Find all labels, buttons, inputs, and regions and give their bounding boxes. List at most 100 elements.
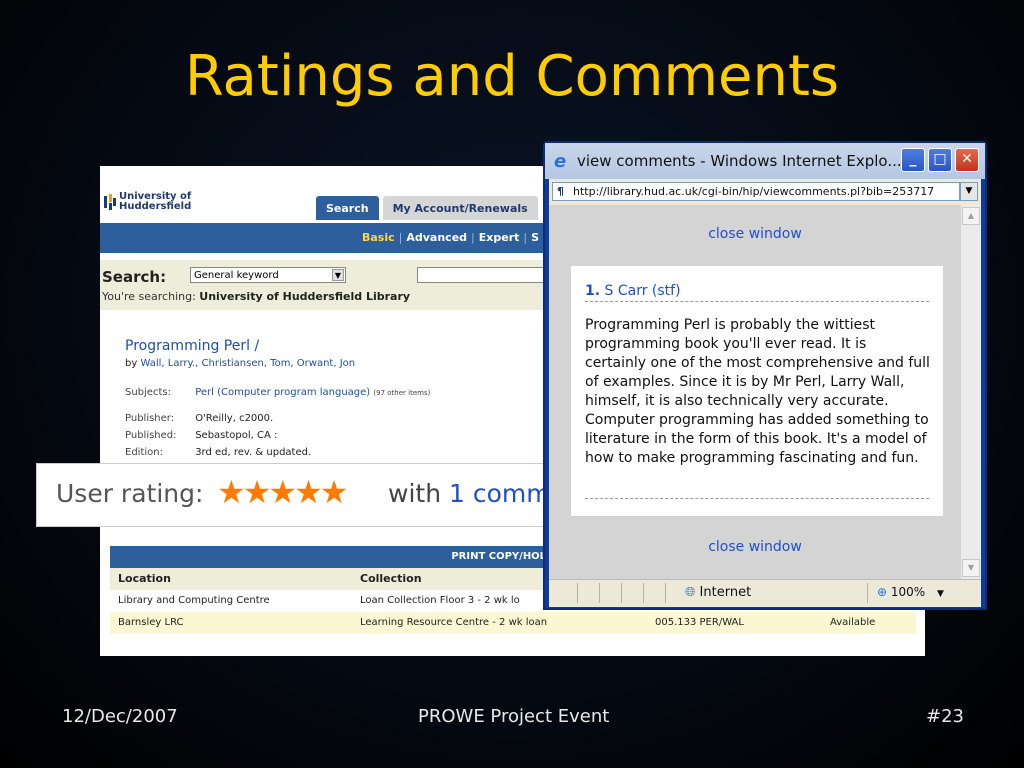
- comment-count[interactable]: 1: [449, 479, 465, 508]
- scroll-up-icon[interactable]: ▲: [962, 207, 980, 225]
- comment-text: Programming Perl is probably the witties…: [585, 317, 930, 466]
- comment-header: 1. S Carr (stf): [585, 283, 681, 299]
- user-rating-callout: User rating: ★★★★★ with 1 comm: [36, 463, 558, 527]
- zoom-icon: ⊕: [877, 585, 888, 599]
- author-links[interactable]: Wall, Larry., Christiansen, Tom, Orwant,…: [140, 358, 355, 369]
- divider: [621, 583, 622, 603]
- tab-my-account[interactable]: My Account/Renewals: [382, 196, 538, 220]
- search-input[interactable]: [417, 267, 547, 283]
- cell-call-number: 005.133 PER/WAL: [655, 617, 744, 628]
- published-value: Sebastopol, CA :: [195, 430, 278, 441]
- record-authors: by Wall, Larry., Christiansen, Tom, Orwa…: [125, 358, 355, 369]
- searching-scope: You're searching: University of Huddersf…: [102, 290, 410, 303]
- divider: [577, 583, 578, 603]
- col-location: Location: [118, 572, 171, 585]
- chevron-down-icon: ▼: [332, 269, 344, 281]
- edition-key: Edition:: [125, 447, 163, 458]
- cell-status: Available: [830, 617, 876, 628]
- window-content: close window 1. S Carr (stf) Programming…: [549, 205, 961, 579]
- chevron-down-icon[interactable]: ▼: [960, 182, 978, 201]
- divider: [867, 583, 868, 603]
- comment-card: 1. S Carr (stf) Programming Perl is prob…: [571, 266, 943, 516]
- view-comments-window: e view comments - Windows Internet Explo…: [543, 141, 987, 610]
- close-window-link-bottom[interactable]: close window: [549, 539, 961, 555]
- logo-line-2: Huddersfield: [119, 201, 192, 212]
- rating-label: User rating:: [56, 479, 204, 508]
- footer-page-number: #23: [926, 706, 964, 727]
- edition-value: 3rd ed, rev. & updated.: [195, 447, 312, 458]
- field-published: Published: Sebastopol, CA :: [125, 430, 277, 441]
- star-icon: ★: [217, 473, 246, 511]
- field-subjects: Subjects: Perl (Computer program languag…: [125, 387, 430, 398]
- searching-target: University of Huddersfield Library: [199, 290, 411, 303]
- scroll-down-icon[interactable]: ▼: [962, 559, 980, 577]
- search-type-value: General keyword: [194, 270, 279, 281]
- nav-expert[interactable]: Expert: [479, 231, 520, 244]
- zoom-control[interactable]: ⊕ 100% ▼: [877, 585, 944, 599]
- record-header: Programming Perl / by Wall, Larry., Chri…: [125, 338, 355, 369]
- star-icon: ★: [294, 473, 323, 511]
- cell-collection: Learning Resource Centre - 2 wk loan: [360, 617, 548, 628]
- publisher-key: Publisher:: [125, 413, 175, 424]
- comment-number: 1.: [585, 283, 601, 299]
- nav-more[interactable]: S: [531, 231, 539, 244]
- by-prefix: by: [125, 358, 138, 369]
- footer-date: 12/Dec/2007: [62, 706, 178, 727]
- record-title[interactable]: Programming Perl /: [125, 338, 355, 354]
- published-key: Published:: [125, 430, 177, 441]
- rating-comment-count: with 1 comm: [388, 479, 551, 508]
- tab-search[interactable]: Search: [316, 196, 379, 220]
- catalog-tabs: Search My Account/Renewals: [316, 196, 538, 220]
- slide-title: Ratings and Comments: [184, 44, 840, 109]
- close-window-link-top[interactable]: close window: [549, 226, 961, 242]
- search-type-select[interactable]: General keyword ▼: [190, 267, 346, 283]
- minimize-button[interactable]: _: [901, 148, 925, 172]
- maximize-button[interactable]: □: [928, 148, 952, 172]
- address-url: http://library.hud.ac.uk/cgi-bin/hip/vie…: [573, 185, 935, 198]
- divider: [665, 583, 666, 603]
- window-titlebar[interactable]: e view comments - Windows Internet Explo…: [545, 143, 985, 179]
- zoom-level: 100%: [890, 585, 926, 599]
- footer-event: PROWE Project Event: [418, 706, 610, 727]
- subjects-key: Subjects:: [125, 387, 171, 398]
- search-label: Search:: [102, 268, 167, 286]
- university-logo: University of Huddersfield: [104, 192, 191, 212]
- comment-author[interactable]: S Carr (stf): [605, 283, 681, 299]
- address-field[interactable]: ¶ http://library.hud.ac.uk/cgi-bin/hip/vi…: [552, 182, 960, 201]
- nav-basic[interactable]: Basic: [362, 231, 395, 244]
- divider: [585, 301, 929, 302]
- globe-icon: 🌐︎: [685, 585, 696, 600]
- subject-link[interactable]: Perl (Computer program language): [195, 387, 370, 398]
- field-publisher: Publisher: O'Reilly, c2000.: [125, 413, 273, 424]
- cell-location: Library and Computing Centre: [118, 595, 270, 606]
- zone-label: Internet: [699, 585, 752, 600]
- divider: [599, 583, 600, 603]
- star-icon: ★: [319, 473, 349, 511]
- divider: [643, 583, 644, 603]
- divider: [585, 498, 929, 499]
- subjects-note: (97 other items): [373, 389, 431, 397]
- publisher-value: O'Reilly, c2000.: [195, 413, 274, 424]
- star-icon: ★: [268, 473, 298, 511]
- field-edition: Edition: 3rd ed, rev. & updated.: [125, 447, 311, 458]
- cell-location: Barnsley LRC: [118, 617, 184, 628]
- comments-link[interactable]: comm: [473, 479, 551, 508]
- comment-count-link[interactable]: 1 comm: [449, 479, 551, 508]
- searching-prefix: You're searching:: [102, 290, 196, 303]
- window-title: view comments - Windows Internet Explo..…: [577, 152, 902, 170]
- star-rating: ★★★★★: [217, 473, 348, 511]
- vertical-scrollbar[interactable]: ▲ ▼: [961, 205, 981, 579]
- rating-with-text: with: [388, 479, 442, 508]
- address-bar: ¶ http://library.hud.ac.uk/cgi-bin/hip/vi…: [549, 179, 981, 205]
- university-logo-icon: [104, 194, 116, 210]
- status-bar: 🌐︎ Internet ⊕ 100% ▼: [549, 579, 981, 607]
- internet-explorer-icon: e: [554, 151, 567, 172]
- cell-collection: Loan Collection Floor 3 - 2 wk lo: [360, 595, 520, 606]
- chevron-down-icon: ▼: [937, 589, 944, 599]
- site-favicon-icon: ¶: [557, 185, 564, 198]
- close-button[interactable]: ✕: [955, 148, 979, 172]
- table-row: Barnsley LRC Learning Resource Centre - …: [110, 612, 916, 634]
- security-zone: 🌐︎ Internet: [685, 585, 751, 600]
- col-collection: Collection: [360, 572, 422, 585]
- nav-advanced[interactable]: Advanced: [406, 231, 467, 244]
